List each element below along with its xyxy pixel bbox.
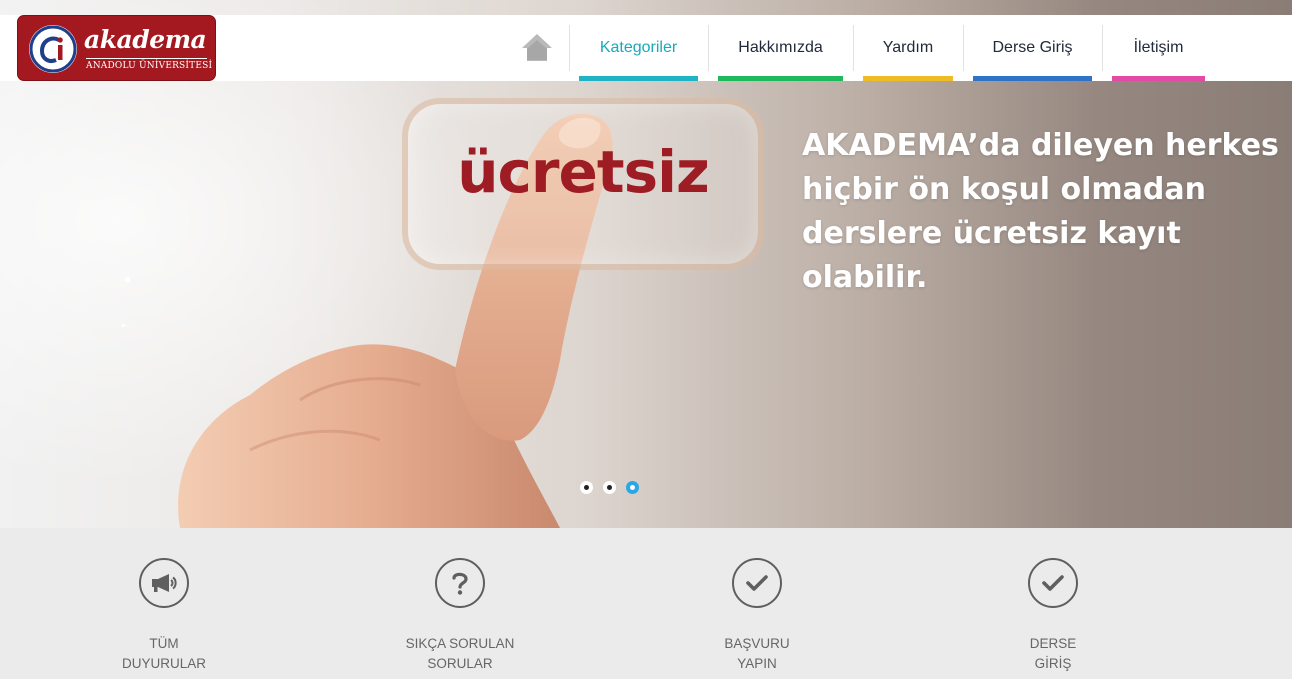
nav-item-label: İletişim (1133, 39, 1184, 56)
nav-item-yardim[interactable]: Yardım (853, 15, 963, 81)
feature-sss[interactable]: SIKÇA SORULAN SORULAR (360, 558, 560, 674)
feature-basvuru[interactable]: BAŞVURU YAPIN (657, 558, 857, 674)
hero-caption: AKADEMA’da dileyen herkes hiçbir ön koşu… (802, 124, 1290, 300)
sparkle (125, 277, 130, 282)
feature-label-line: SORULAR (427, 656, 493, 671)
nav-item-iletisim[interactable]: İletişim (1102, 15, 1215, 81)
nav-item-underline (863, 76, 953, 81)
slider-pagination (580, 481, 639, 494)
feature-label-line: DERSE (1029, 636, 1077, 651)
feature-label-line: DUYURULAR (121, 656, 206, 671)
nav-item-underline (579, 76, 698, 81)
features-bar: TÜM DUYURULAR SIKÇA SORULAN SORULAR BAŞV… (0, 528, 1292, 679)
nav-item-hakkimizda[interactable]: Hakkımızda (708, 15, 853, 81)
feature-label: SIKÇA SORULAN SORULAR (360, 634, 560, 674)
feature-label-line: BAŞVURU (724, 636, 790, 651)
hero-badge-word: ücretsiz (457, 138, 710, 206)
feature-derse-giris[interactable]: DERSE GİRİŞ (953, 558, 1153, 674)
slider-dot-3[interactable] (626, 481, 639, 494)
nav-item-label: Kategoriler (599, 39, 678, 56)
feature-duyurular[interactable]: TÜM DUYURULAR (64, 558, 264, 674)
nav-item-underline (718, 76, 843, 81)
check-icon (732, 558, 782, 608)
home-icon[interactable] (518, 31, 556, 65)
slider-dot-2[interactable] (603, 481, 616, 494)
feature-label-line: SIKÇA SORULAN (405, 636, 515, 651)
megaphone-icon (139, 558, 189, 608)
slider-dot-1[interactable] (580, 481, 593, 494)
check-icon (1028, 558, 1078, 608)
nav-item-label: Derse Giriş (992, 39, 1073, 56)
hero-caption-line: hiçbir ön koşul olmadan (802, 172, 1207, 207)
nav-item-label: Yardım (882, 39, 934, 56)
hero-caption-line: AKADEMA’da dileyen herkes (802, 128, 1279, 163)
nav-item-label: Hakkımızda (738, 39, 823, 56)
feature-label-line: YAPIN (737, 656, 777, 671)
feature-label-line: TÜM (149, 636, 179, 651)
main-nav: Kategoriler Hakkımızda Yardım Derse Giri… (0, 15, 1292, 81)
nav-item-derse-giris[interactable]: Derse Giriş (963, 15, 1102, 81)
nav-item-underline (973, 76, 1092, 81)
feature-label: TÜM DUYURULAR (64, 634, 264, 674)
feature-label: BAŞVURU YAPIN (657, 634, 857, 674)
feature-label-line: GİRİŞ (1034, 656, 1072, 671)
sparkle (122, 324, 125, 327)
hero-caption-line: derslere ücretsiz kayıt olabilir. (802, 216, 1181, 295)
site-header: akadema ANADOLU ÜNİVERSİTESİ Kategoriler… (0, 15, 1292, 81)
nav-item-kategoriler[interactable]: Kategoriler (569, 15, 708, 81)
feature-label: DERSE GİRİŞ (953, 634, 1153, 674)
nav-item-underline (1112, 76, 1205, 81)
question-icon (435, 558, 485, 608)
